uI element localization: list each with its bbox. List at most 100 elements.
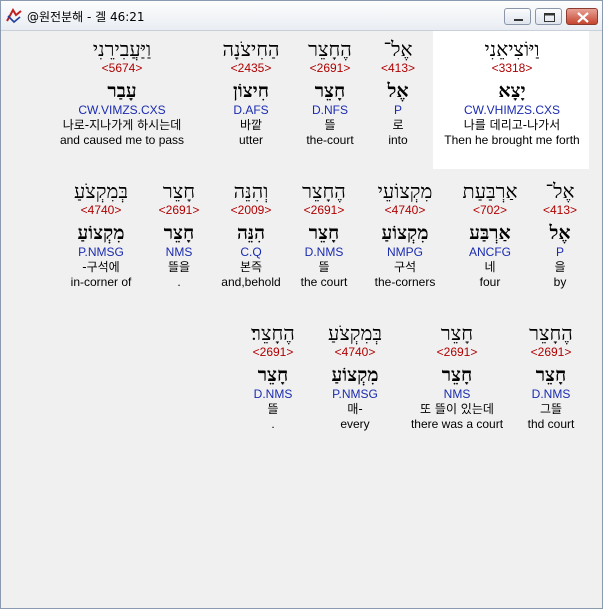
strong-number[interactable]: <413> xyxy=(543,203,577,217)
strong-number[interactable]: <2691> xyxy=(301,203,348,217)
parsing-code: D.AFS xyxy=(233,103,269,117)
hebrew-word: אֶל־ xyxy=(545,179,575,203)
word-3-3[interactable]: בְּמִקְצֹעַ <4740> מִקְצוֹעַ P.NMSG 매- e… xyxy=(328,321,382,431)
word-3-2[interactable]: חָצֵר <2691> חָצֵר NMS 또 뜰이 있는데 there wa… xyxy=(411,321,503,431)
word-2-7[interactable]: בְּמִקְצֹעַ <4740> מִקְצוֹעַ P.NMSG -구석에… xyxy=(71,179,132,289)
strong-number[interactable]: <2691> xyxy=(411,345,503,359)
minimize-icon xyxy=(514,19,523,21)
english-gloss: the court xyxy=(300,275,348,289)
strong-number[interactable]: <2435> xyxy=(222,61,279,75)
korean-gloss: 뜰 xyxy=(267,402,279,416)
korean-gloss: 뜰 xyxy=(324,118,336,132)
word-1-4[interactable]: הַחִיצֹנָה <2435> חִיצוֹן D.AFS 바깥 utter xyxy=(222,37,279,147)
word-2-1[interactable]: אֶל־ <413> אֶל P 을 by xyxy=(543,179,577,289)
hebrew-word: חָצֵר xyxy=(440,321,474,345)
korean-gloss: 나를 데리고-나가서 xyxy=(463,118,561,132)
strong-number[interactable]: <2691> xyxy=(528,345,575,359)
hebrew-word: וַיּוֹצִיאֵנִי xyxy=(484,37,540,61)
english-gloss: and caused me to pass xyxy=(59,133,185,147)
word-3-1[interactable]: הֶחָצֵר <2691> חָצֵר D.NMS 그뜰 thd court xyxy=(528,321,575,431)
app-logo-icon[interactable] xyxy=(5,7,23,25)
hebrew-lemma: חָצֵר xyxy=(257,364,289,386)
hebrew-lemma: חָצֵר xyxy=(535,364,567,386)
word-1-3[interactable]: הֶחָצֵר <2691> חָצֵר D.NFS 뜰 the-court xyxy=(306,37,353,147)
strong-number[interactable]: <413> xyxy=(381,61,415,75)
hebrew-lemma: חָצֵר xyxy=(314,80,346,102)
close-button[interactable] xyxy=(566,8,598,25)
title-bar[interactable]: @원전분해 - 겔 46:21 xyxy=(1,1,602,31)
parsing-code: P xyxy=(393,103,403,117)
hebrew-lemma: אֶל xyxy=(387,80,409,102)
hebrew-word: הֶחָצֵר xyxy=(308,37,352,61)
korean-gloss: -구석에 xyxy=(82,260,120,274)
main-window: @원전분해 - 겔 46:21 וַיּוֹצִיאֵנִי <3318> יָ… xyxy=(0,0,603,609)
strong-number[interactable]: <4740> xyxy=(328,345,382,359)
maximize-button[interactable] xyxy=(535,8,562,25)
hebrew-word: הֶחָצֵר xyxy=(302,179,346,203)
strong-number[interactable]: <2009> xyxy=(221,203,280,217)
hebrew-lemma: אֶל xyxy=(549,222,571,244)
hebrew-lemma: חָצֵר xyxy=(163,222,195,244)
korean-gloss: 본즉 xyxy=(239,260,263,274)
word-1-2[interactable]: אֶל־ <413> אֶל P 로 into xyxy=(381,37,415,147)
word-1-5[interactable]: וַיַּעֲבִירֵנִי <5674> עָבַר CW.VIMZS.CX… xyxy=(60,37,184,147)
strong-number[interactable]: <3318> xyxy=(444,61,579,75)
hebrew-word: הֶחָצֵר׃ xyxy=(251,321,295,345)
word-2-2[interactable]: אַרְבַּעַת <702> אַרְבַּע ANCFG 네 four xyxy=(463,179,518,289)
english-gloss: four xyxy=(479,275,501,289)
english-gloss: and,behold xyxy=(221,275,281,289)
strong-number[interactable]: <2691> xyxy=(251,345,295,359)
hebrew-lemma: מִקְצוֹעַ xyxy=(381,222,429,244)
parsing-code: P xyxy=(555,245,565,259)
hebrew-lemma: עָבַר xyxy=(107,80,137,102)
hebrew-word: אֶל־ xyxy=(383,37,413,61)
hebrew-lemma: חִיצוֹן xyxy=(233,80,269,102)
parsing-code: P.NMSG xyxy=(332,387,378,401)
strong-number[interactable]: <4740> xyxy=(375,203,436,217)
korean-gloss: 매- xyxy=(347,402,363,416)
korean-gloss: 뜰을 xyxy=(167,260,191,274)
word-1-1[interactable]: וַיּוֹצִיאֵנִי <3318> יָצָא CW.VHIMZS.CX… xyxy=(444,37,579,147)
korean-gloss: 뜰 xyxy=(318,260,330,274)
english-gloss: the-corners xyxy=(374,275,436,289)
word-2-4[interactable]: הֶחָצֵר <2691> חָצֵר D.NMS 뜰 the court xyxy=(301,179,348,289)
strong-number[interactable]: <702> xyxy=(463,203,518,217)
word-3-4[interactable]: הֶחָצֵר׃ <2691> חָצֵר D.NMS 뜰 . xyxy=(251,321,295,431)
hebrew-word: הַחִיצֹנָה xyxy=(222,37,280,61)
word-2-3[interactable]: מִקְצוֹעֵי <4740> מִקְצוֹעַ NMPG 구석 the-… xyxy=(375,179,436,289)
korean-gloss: 나로-지나가게 하시는데 xyxy=(62,118,182,132)
strong-number[interactable]: <2691> xyxy=(306,61,353,75)
close-icon xyxy=(577,12,589,23)
parsing-code: D.NFS xyxy=(311,103,348,117)
word-2-5[interactable]: וְהִנֵּה <2009> הִנֵּה C.Q 본즉 and,behold xyxy=(221,179,280,289)
word-2-6[interactable]: חָצֵר <2691> חָצֵר NMS 뜰을 . xyxy=(159,179,200,289)
hebrew-word: וְהִנֵּה xyxy=(233,179,269,203)
hebrew-lemma: חָצֵר xyxy=(441,364,473,386)
parsing-code: D.NMS xyxy=(253,387,293,401)
korean-gloss: 네 xyxy=(484,260,496,274)
english-gloss: utter xyxy=(238,133,264,147)
parsing-code: C.Q xyxy=(240,245,262,259)
hebrew-word: וַיַּעֲבִירֵנִי xyxy=(92,37,152,61)
maximize-icon xyxy=(544,13,555,22)
english-gloss: by xyxy=(553,275,567,289)
parsing-code: D.NMS xyxy=(304,245,344,259)
minimize-button[interactable] xyxy=(504,8,531,25)
window-title: @원전분해 - 겔 46:21 xyxy=(27,10,145,24)
hebrew-lemma: מִקְצוֹעַ xyxy=(77,222,125,244)
english-gloss: there was a court xyxy=(410,417,504,431)
parsing-code: CW.VIMZS.CXS xyxy=(78,103,166,117)
korean-gloss: 또 뜰이 있는데 xyxy=(420,402,494,416)
strong-number[interactable]: <4740> xyxy=(71,203,132,217)
hebrew-word: הֶחָצֵר xyxy=(529,321,573,345)
korean-gloss: 로 xyxy=(392,118,404,132)
english-gloss: . xyxy=(271,417,275,431)
parsing-code: NMS xyxy=(443,387,471,401)
interlinear-content: וַיּוֹצִיאֵנִי <3318> יָצָא CW.VHIMZS.CX… xyxy=(9,31,596,602)
parsing-code: ANCFG xyxy=(468,245,511,259)
english-gloss: Then he brought me forth xyxy=(444,133,580,147)
strong-number[interactable]: <2691> xyxy=(159,203,200,217)
strong-number[interactable]: <5674> xyxy=(60,61,184,75)
hebrew-word: בְּמִקְצֹעַ xyxy=(73,179,128,203)
hebrew-word: בְּמִקְצֹעַ xyxy=(328,321,382,345)
